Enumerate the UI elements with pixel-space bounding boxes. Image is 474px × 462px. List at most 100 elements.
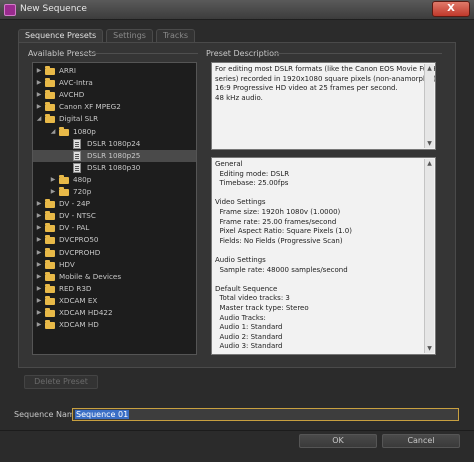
details-scrollbar[interactable]: ▲ ▼	[424, 159, 434, 353]
tree-folder-row[interactable]: ▶ Canon XF MPEG2	[33, 101, 196, 113]
folder-icon	[45, 211, 55, 221]
folder-icon	[45, 102, 55, 112]
scroll-down-icon[interactable]: ▼	[425, 344, 434, 353]
scroll-down-icon[interactable]: ▼	[425, 139, 434, 148]
collapsed-arrow-icon[interactable]: ▶	[35, 101, 43, 113]
description-line: 48 kHz audio.	[215, 93, 263, 102]
scroll-up-icon[interactable]: ▲	[425, 64, 434, 73]
collapsed-arrow-icon[interactable]: ▶	[35, 89, 43, 101]
folder-icon	[45, 247, 55, 257]
tree-item-label: XDCAM HD	[59, 320, 99, 330]
collapsed-arrow-icon[interactable]: ▶	[35, 259, 43, 271]
sequence-name-input[interactable]: Sequence 01	[72, 408, 459, 421]
sequence-name-value: Sequence 01	[75, 410, 130, 419]
delete-preset-button[interactable]: Delete Preset	[24, 375, 98, 389]
tree-folder-row[interactable]: ▶ RED R3D	[33, 283, 196, 295]
tree-folder-row[interactable]: ▶ XDCAM EX	[33, 295, 196, 307]
tree-item-label: AVCHD	[59, 90, 85, 100]
presets-tree[interactable]: ▶ ARRI ▶ AVC-Intra ▶ AVCHD ▶ Canon XF MPEG2 ◢ Dig…	[32, 62, 197, 355]
preset-description-box: For editing most DSLR formats (like the …	[211, 62, 436, 150]
collapsed-arrow-icon[interactable]: ▶	[35, 319, 43, 331]
tree-folder-row[interactable]: ▶ HDV	[33, 259, 196, 271]
scroll-up-icon[interactable]: ▲	[425, 159, 434, 168]
close-button[interactable]: X	[432, 1, 470, 17]
folder-icon	[45, 283, 55, 293]
collapsed-arrow-icon[interactable]: ▶	[35, 283, 43, 295]
collapsed-arrow-icon[interactable]: ▶	[35, 65, 43, 77]
description-scrollbar[interactable]: ▲ ▼	[424, 64, 434, 148]
collapsed-arrow-icon[interactable]: ▶	[49, 186, 57, 198]
tree-folder-row[interactable]: ◢ 1080p	[33, 126, 196, 138]
ok-button[interactable]: OK	[299, 434, 377, 448]
tree-item-label: DSLR 1080p30	[87, 162, 141, 172]
folder-icon	[59, 126, 69, 136]
preset-details-box: General Editing mode: DSLR Timebase: 25.…	[211, 157, 436, 355]
details-line: Sample rate: 48000 samples/second	[215, 265, 348, 274]
expanded-arrow-icon[interactable]: ◢	[35, 113, 43, 125]
tree-item-label: DV - NTSC	[59, 211, 96, 221]
tab-bar: Sequence Presets Settings Tracks	[18, 29, 198, 42]
tree-item-label: RED R3D	[59, 283, 92, 293]
group-divider	[82, 53, 198, 54]
tree-folder-row[interactable]: ▶ DV - 24P	[33, 198, 196, 210]
folder-icon	[45, 320, 55, 330]
folder-icon	[59, 174, 69, 184]
tree-folder-row[interactable]: ▶ Mobile & Devices	[33, 271, 196, 283]
tree-item-label: 480p	[73, 174, 92, 184]
tab-settings[interactable]: Settings	[106, 29, 153, 42]
tree-folder-row[interactable]: ▶ DV - NTSC	[33, 210, 196, 222]
collapsed-arrow-icon[interactable]: ▶	[35, 198, 43, 210]
tree-folder-row[interactable]: ▶ XDCAM HD422	[33, 307, 196, 319]
tree-folder-row[interactable]: ▶ XDCAM HD	[33, 319, 196, 331]
tab-sequence-presets[interactable]: Sequence Presets	[18, 29, 104, 42]
tab-tracks[interactable]: Tracks	[155, 29, 196, 42]
details-line: Audio Settings	[215, 255, 266, 264]
tree-folder-row[interactable]: ▶ 480p	[33, 174, 196, 186]
group-divider	[274, 53, 442, 54]
tree-item-label: AVC-Intra	[59, 78, 93, 88]
details-line: Master track type: Stereo	[215, 303, 309, 312]
tree-folder-row[interactable]: ▶ AVC-Intra	[33, 77, 196, 89]
collapsed-arrow-icon[interactable]: ▶	[35, 247, 43, 259]
cancel-button[interactable]: Cancel	[382, 434, 460, 448]
folder-icon	[45, 66, 55, 75]
collapsed-arrow-icon[interactable]: ▶	[49, 174, 57, 186]
tree-folder-row[interactable]: ◢ Digital SLR	[33, 113, 196, 125]
collapsed-arrow-icon[interactable]: ▶	[35, 222, 43, 234]
tree-item-label: XDCAM EX	[59, 295, 98, 305]
tree-item-label: DV - 24P	[59, 199, 90, 209]
expanded-arrow-icon[interactable]: ◢	[49, 126, 57, 138]
preset-description-label: Preset Description	[206, 49, 280, 58]
details-line: General	[215, 160, 243, 168]
tree-item-label: HDV	[59, 259, 75, 269]
tree-item-label: DV - PAL	[59, 223, 90, 233]
collapsed-arrow-icon[interactable]: ▶	[35, 77, 43, 89]
tree-item-label: DVCPROHD	[59, 247, 101, 257]
folder-icon	[45, 114, 55, 124]
collapsed-arrow-icon[interactable]: ▶	[35, 307, 43, 319]
tree-item-label: ARRI	[59, 66, 77, 75]
tree-item-label: DSLR 1080p24	[87, 138, 141, 148]
tree-preset-row[interactable]: DSLR 1080p24	[33, 138, 196, 150]
tree-folder-row[interactable]: ▶ ARRI	[33, 65, 196, 77]
details-line: Total video tracks: 3	[215, 294, 290, 303]
tree-preset-row[interactable]: DSLR 1080p25	[33, 149, 196, 162]
collapsed-arrow-icon[interactable]: ▶	[35, 295, 43, 307]
details-line: Audio 3: Standard	[215, 342, 283, 351]
folder-icon	[45, 199, 55, 209]
collapsed-arrow-icon[interactable]: ▶	[35, 271, 43, 283]
description-line: For editing most DSLR formats (like the …	[215, 65, 436, 73]
collapsed-arrow-icon[interactable]: ▶	[35, 234, 43, 246]
details-line: Audio 1: Standard	[215, 323, 283, 332]
tree-folder-row[interactable]: ▶ AVCHD	[33, 89, 196, 101]
details-line: Frame rate: 25.00 frames/second	[215, 217, 337, 226]
tree-preset-row[interactable]: DSLR 1080p30	[33, 162, 196, 174]
tree-folder-row[interactable]: ▶ DVCPROHD	[33, 247, 196, 259]
preset-file-icon	[73, 150, 81, 161]
tree-folder-row[interactable]: ▶ 720p	[33, 186, 196, 198]
tree-folder-row[interactable]: ▶ DV - PAL	[33, 222, 196, 234]
window-title: New Sequence	[20, 4, 87, 14]
collapsed-arrow-icon[interactable]: ▶	[35, 210, 43, 222]
tree-folder-row[interactable]: ▶ DVCPRO50	[33, 234, 196, 246]
tree-item-label: DVCPRO50	[59, 235, 99, 245]
